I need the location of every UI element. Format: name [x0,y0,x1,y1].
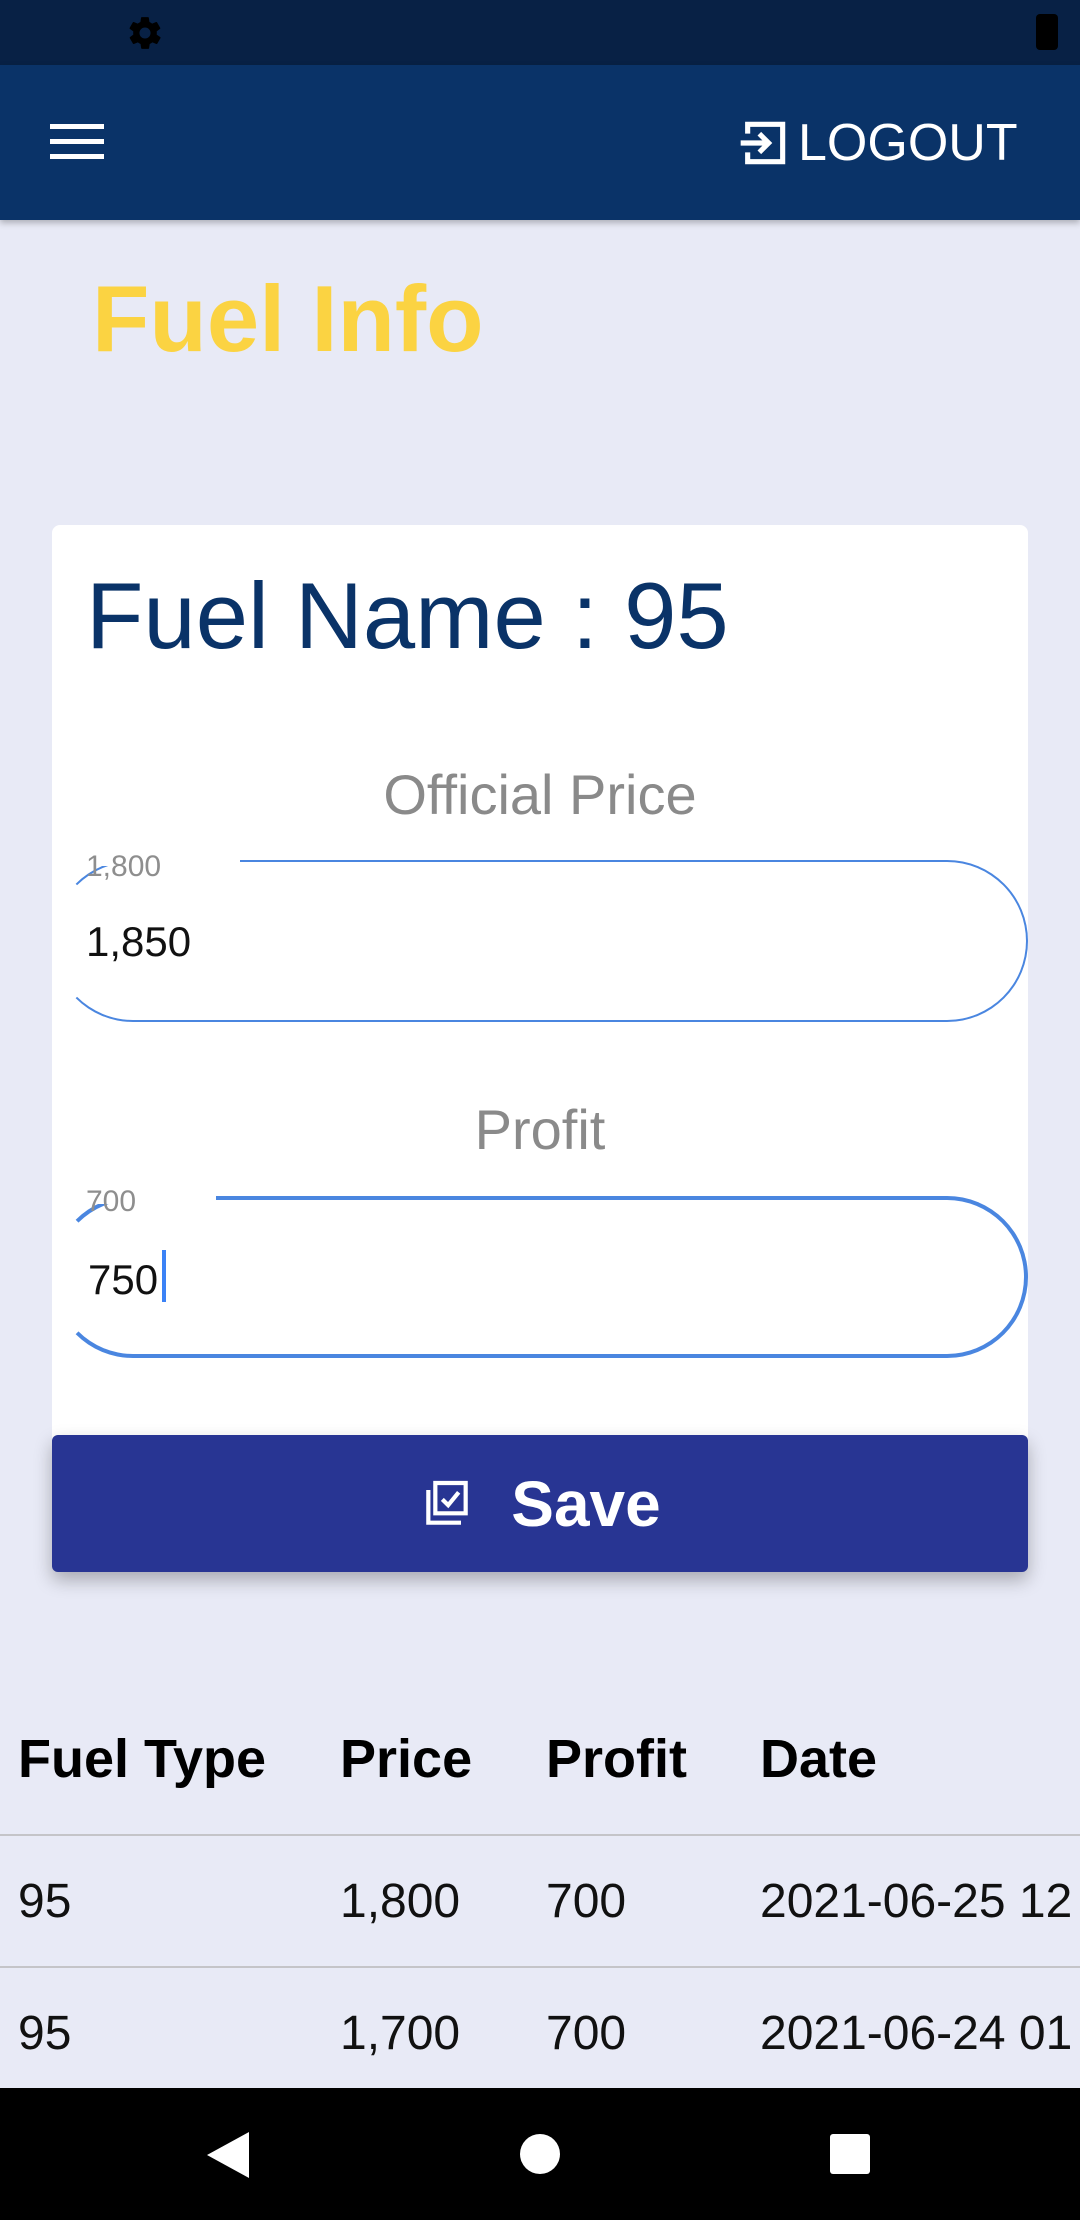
cell-date: 2021-06-25 12 [760,1875,1073,1928]
header-fuel-type: Fuel Type [18,1729,267,1789]
system-nav-bar [0,2088,1080,2220]
logout-button[interactable]: LOGOUT [736,105,1036,181]
official-price-label: Official Price [383,763,697,826]
logout-label: LOGOUT [798,114,1018,172]
official-price-field[interactable] [52,856,1028,1022]
cell-date: 2021-06-24 01 [760,2007,1073,2060]
table-row: 95 1,700 700 2021-06-24 01 [0,1968,1080,2100]
cell-price: 1,800 [340,1875,461,1928]
login-arrow-icon [740,121,786,165]
official-price-hint: 1,800 [86,850,162,883]
profit-input[interactable] [88,1248,948,1312]
table-header: Fuel Type Price Profit Date [0,1688,1080,1836]
fuel-card [52,525,1028,1525]
text-caret [162,1250,166,1302]
page-title: Fuel Info [92,266,484,371]
hamburger-menu-button[interactable] [40,112,114,172]
price-history-table: Fuel Type Price Profit Date 95 1,800 700… [0,1688,1080,2100]
home-icon[interactable] [520,2134,560,2174]
battery-icon [1036,14,1058,50]
profit-field[interactable] [52,1194,1028,1358]
recents-icon[interactable] [830,2134,870,2174]
save-button[interactable]: Save [52,1435,1028,1572]
profit-label: Profit [474,1098,606,1161]
hamburger-menu-icon [50,124,104,159]
cell-fuel-type: 95 [18,1875,72,1928]
cell-profit: 700 [546,2007,627,2060]
status-bar [0,0,1080,65]
gear-icon [129,17,161,49]
cell-fuel-type: 95 [18,2007,72,2060]
table-row: 95 1,800 700 2021-06-25 12 [0,1836,1080,1968]
official-price-input[interactable] [86,910,946,974]
save-label: Save [511,1467,661,1540]
back-icon[interactable] [205,2130,251,2180]
cell-profit: 700 [546,1875,627,1928]
profit-hint: 700 [86,1185,137,1218]
header-date: Date [760,1729,878,1789]
app-bar: LOGOUT [0,65,1080,220]
header-profit: Profit [546,1729,687,1789]
fuel-name-heading: Fuel Name : 95 [86,563,729,668]
header-price: Price [340,1729,473,1789]
save-checkbox-icon [426,1480,469,1525]
cell-price: 1,700 [340,2007,461,2060]
